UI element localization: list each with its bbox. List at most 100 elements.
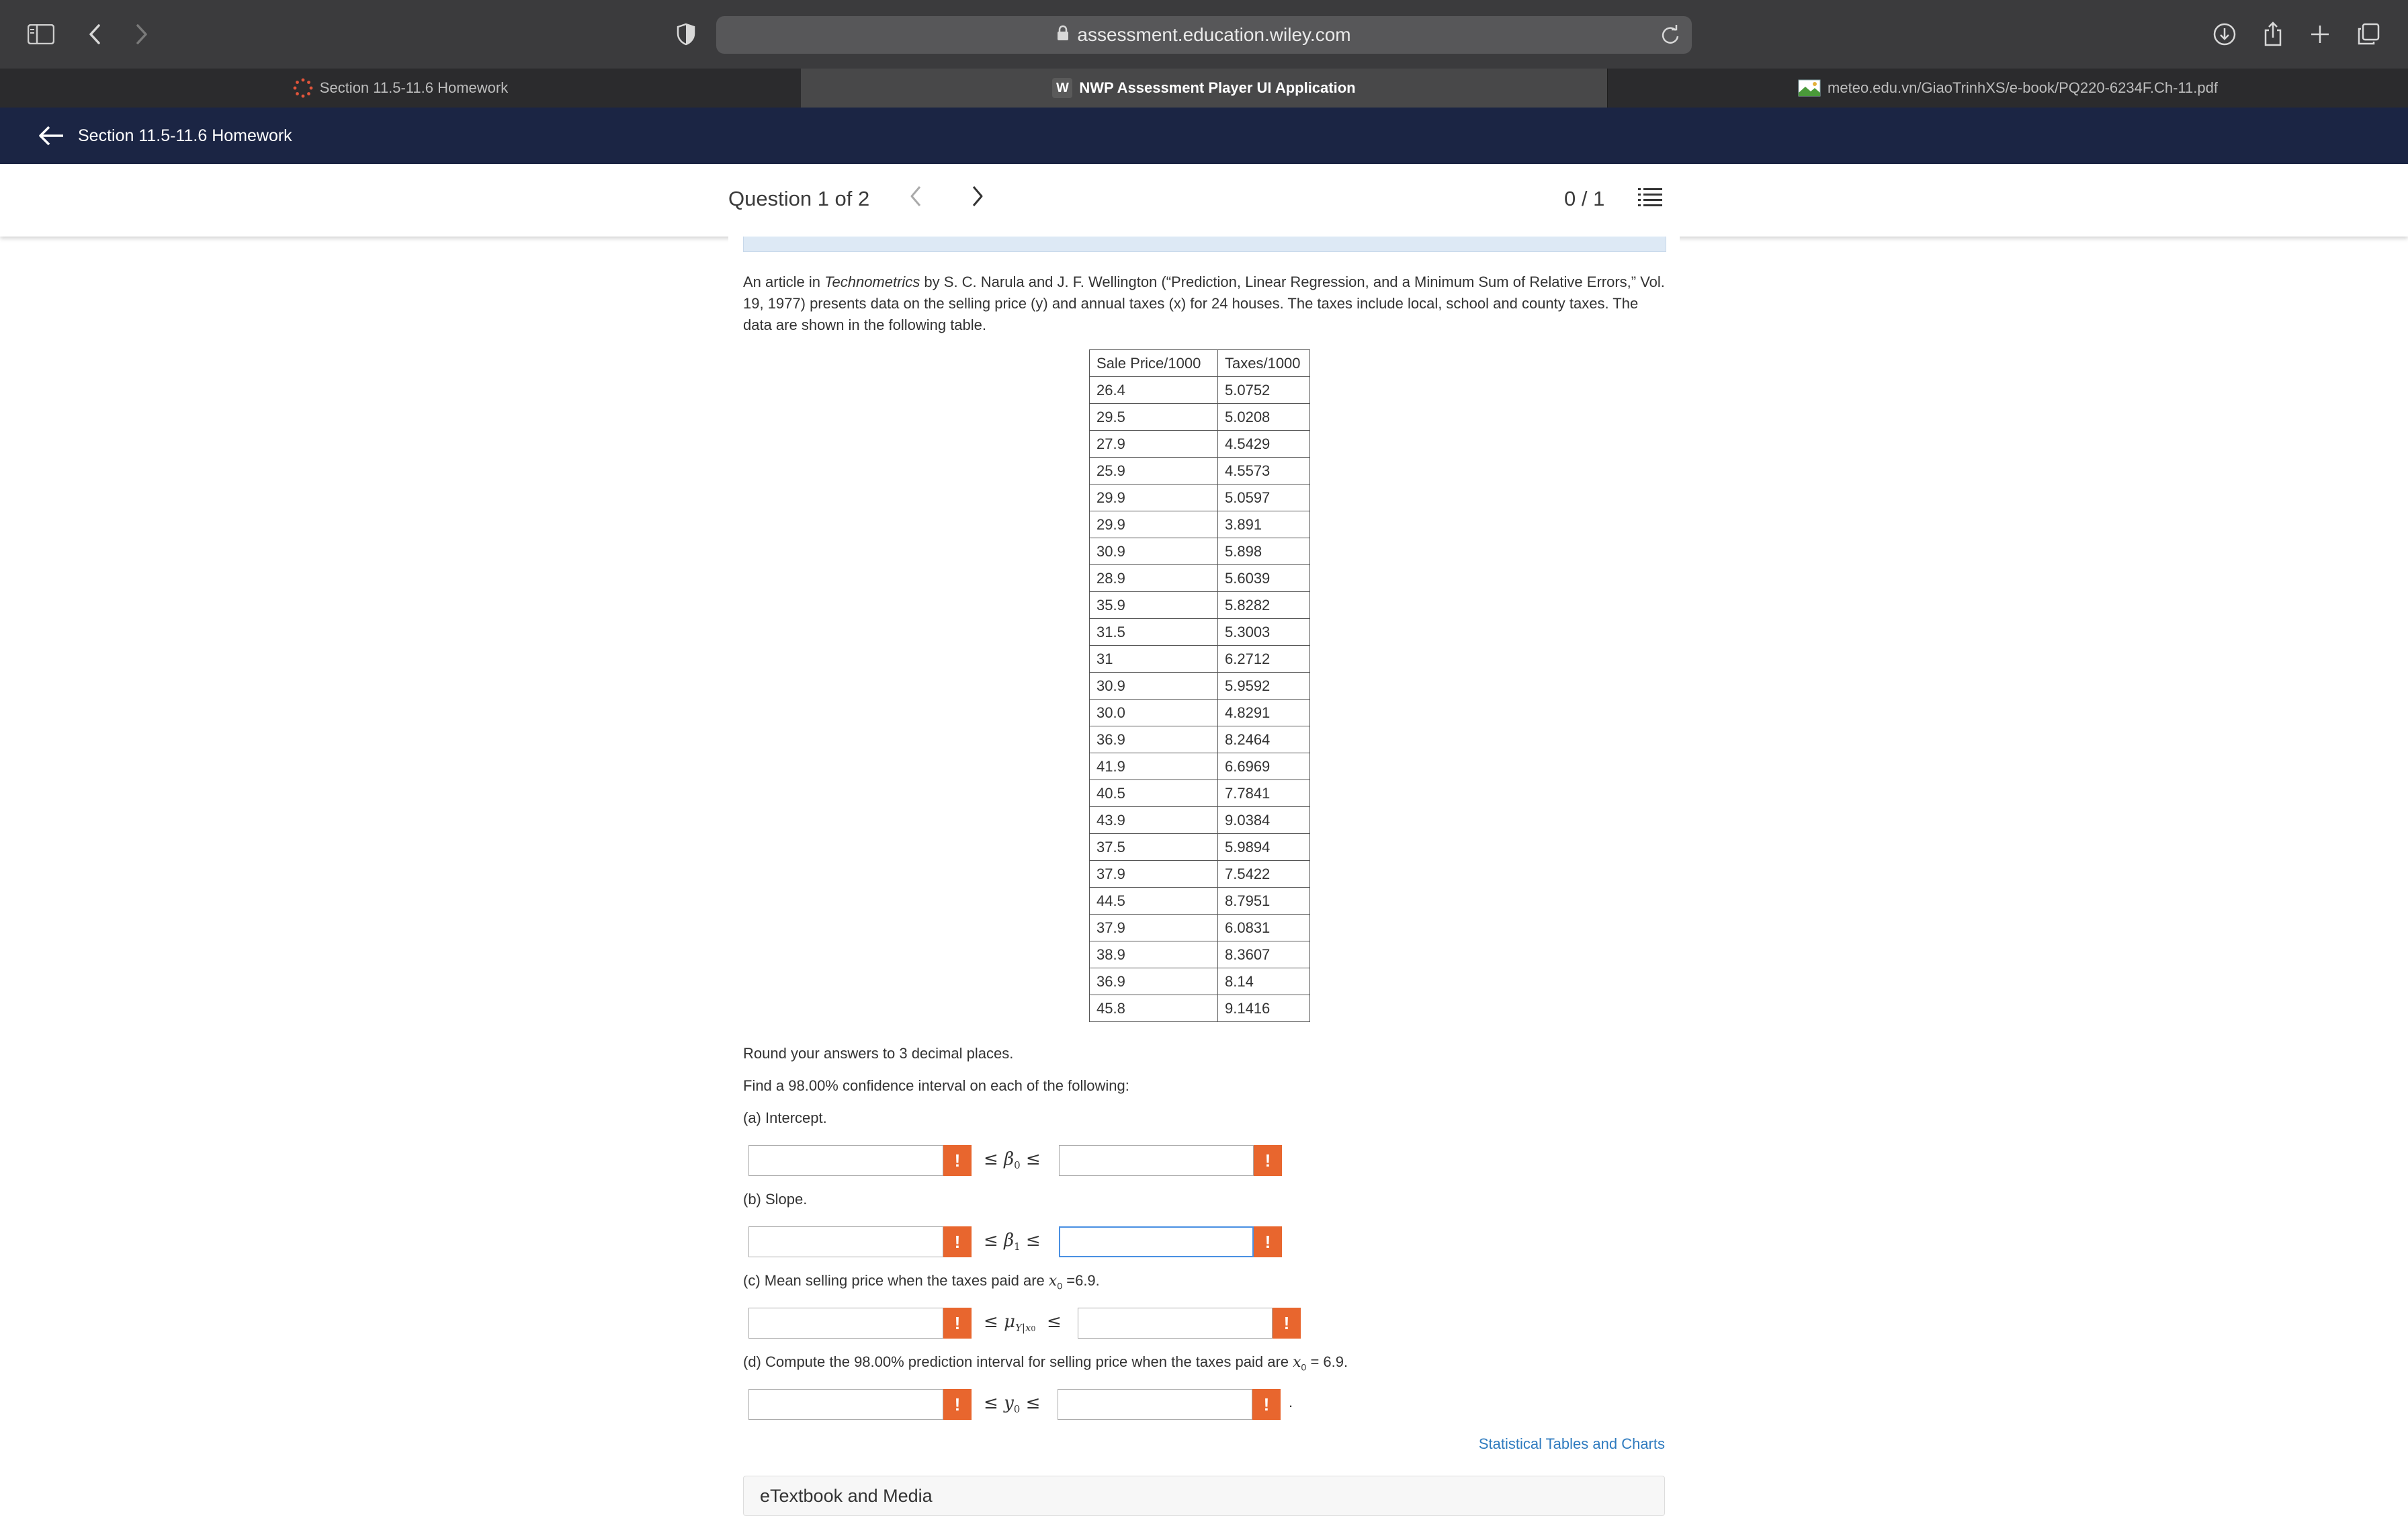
assignment-title: Section 11.5-11.6 Homework bbox=[78, 126, 292, 145]
beta1-inequality: ≤ β1 ≤ bbox=[984, 1230, 1041, 1253]
sale-price-cell: 45.8 bbox=[1089, 995, 1218, 1022]
prediction-upper-input[interactable] bbox=[1058, 1389, 1252, 1420]
table-row: 31.5 5.3003 bbox=[1089, 618, 1310, 646]
taxes-cell: 7.7841 bbox=[1217, 780, 1310, 807]
address-bar[interactable]: assessment.education.wiley.com bbox=[716, 16, 1692, 54]
reload-icon[interactable] bbox=[1657, 22, 1684, 53]
tab-label: Section 11.5-11.6 Homework bbox=[319, 79, 509, 96]
lock-icon bbox=[1057, 24, 1069, 46]
sale-price-cell: 29.9 bbox=[1089, 511, 1218, 538]
taxes-cell: 9.0384 bbox=[1217, 806, 1310, 834]
part-a-label: (a) Intercept. bbox=[743, 1109, 827, 1126]
data-table: Sale Price/1000 Taxes/1000 26.4 5.0752 29.… bbox=[1089, 349, 1310, 1022]
taxes-cell: 3.891 bbox=[1217, 511, 1310, 538]
intercept-upper-input[interactable] bbox=[1059, 1145, 1254, 1176]
warning-icon: ! bbox=[1273, 1308, 1301, 1339]
taxes-cell: 5.9592 bbox=[1217, 672, 1310, 700]
slope-upper-input[interactable] bbox=[1059, 1226, 1254, 1257]
warning-icon: ! bbox=[943, 1308, 972, 1339]
sale-price-cell: 37.5 bbox=[1089, 833, 1218, 861]
question-intro: An article in Technometrics by S. C. Nar… bbox=[743, 271, 1665, 336]
tab-section-homework[interactable]: Section 11.5-11.6 Homework bbox=[0, 69, 801, 108]
prediction-lower-input[interactable] bbox=[748, 1389, 943, 1420]
download-icon[interactable] bbox=[2208, 17, 2241, 51]
taxes-cell: 5.8282 bbox=[1217, 591, 1310, 619]
leq-symbol: ≤ bbox=[1025, 1393, 1041, 1413]
part-c-text: (c) Mean selling price when the taxes pa… bbox=[743, 1272, 1049, 1289]
table-row: 27.9 4.5429 bbox=[1089, 430, 1310, 458]
leq-symbol: ≤ bbox=[984, 1312, 998, 1332]
table-row: 37.9 6.0831 bbox=[1089, 914, 1310, 941]
taxes-cell: 8.7951 bbox=[1217, 887, 1310, 915]
tab-label: meteo.edu.vn/GiaoTrinhXS/e-book/PQ220-62… bbox=[1828, 79, 2218, 96]
sale-price-cell: 31 bbox=[1089, 645, 1218, 673]
sale-price-cell: 40.5 bbox=[1089, 780, 1218, 807]
column-header: Taxes/1000 bbox=[1217, 349, 1310, 377]
share-icon[interactable] bbox=[2256, 17, 2290, 51]
taxes-cell: 4.5429 bbox=[1217, 430, 1310, 458]
sale-price-cell: 38.9 bbox=[1089, 941, 1218, 968]
sale-price-cell: 30.9 bbox=[1089, 538, 1218, 565]
sale-price-cell: 44.5 bbox=[1089, 887, 1218, 915]
sale-price-cell: 29.5 bbox=[1089, 403, 1218, 431]
statistical-tables-link[interactable]: Statistical Tables and Charts bbox=[1465, 1435, 1665, 1453]
previous-question-icon[interactable] bbox=[908, 184, 923, 212]
warning-icon: ! bbox=[1252, 1389, 1281, 1420]
sidebar-toggle-icon[interactable] bbox=[24, 17, 58, 51]
sale-price-cell: 30.9 bbox=[1089, 672, 1218, 700]
trailing-period: . bbox=[1289, 1394, 1293, 1410]
table-header-row: Sale Price/1000 Taxes/1000 bbox=[1089, 349, 1310, 377]
taxes-cell: 6.0831 bbox=[1217, 914, 1310, 941]
mean-lower-input[interactable] bbox=[748, 1308, 943, 1339]
mean-upper-input[interactable] bbox=[1078, 1308, 1273, 1339]
tab-meteo-pdf[interactable]: meteo.edu.vn/GiaoTrinhXS/e-book/PQ220-62… bbox=[1607, 69, 2408, 108]
leq-symbol: ≤ bbox=[1025, 1230, 1041, 1251]
table-row: 37.9 7.5422 bbox=[1089, 860, 1310, 888]
taxes-cell: 5.0752 bbox=[1217, 376, 1310, 404]
journal-name: Technometrics bbox=[824, 273, 920, 290]
table-row: 43.9 9.0384 bbox=[1089, 806, 1310, 834]
etextbook-panel[interactable]: eTextbook and Media bbox=[743, 1476, 1665, 1516]
next-question-icon[interactable] bbox=[970, 184, 985, 212]
app-header: Section 11.5-11.6 Homework bbox=[0, 108, 2408, 164]
warning-icon: ! bbox=[1254, 1145, 1282, 1176]
browser-toolbar: assessment.education.wiley.com bbox=[0, 0, 2408, 70]
taxes-cell: 6.2712 bbox=[1217, 645, 1310, 673]
warning-icon: ! bbox=[943, 1389, 972, 1420]
slope-lower-input[interactable] bbox=[748, 1226, 943, 1257]
table-row: 44.5 8.7951 bbox=[1089, 887, 1310, 915]
shield-icon[interactable] bbox=[669, 17, 703, 51]
warning-icon: ! bbox=[943, 1145, 972, 1176]
question-list-icon[interactable] bbox=[1637, 184, 1664, 214]
y0-inequality: ≤ y0 ≤ bbox=[984, 1393, 1041, 1416]
sale-price-cell: 29.9 bbox=[1089, 484, 1218, 511]
back-icon[interactable] bbox=[78, 17, 112, 51]
tab-bar: Section 11.5-11.6 Homework W NWP Assessm… bbox=[0, 69, 2408, 108]
table-row: 41.9 6.6969 bbox=[1089, 753, 1310, 780]
taxes-cell: 4.5573 bbox=[1217, 457, 1310, 485]
intercept-lower-input[interactable] bbox=[748, 1145, 943, 1176]
new-tab-icon[interactable] bbox=[2303, 17, 2337, 51]
sale-price-cell: 36.9 bbox=[1089, 726, 1218, 753]
tab-nwp-assessment[interactable]: W NWP Assessment Player UI Application bbox=[801, 69, 1607, 108]
sale-price-cell: 37.9 bbox=[1089, 914, 1218, 941]
sale-price-cell: 26.4 bbox=[1089, 376, 1218, 404]
taxes-cell: 7.5422 bbox=[1217, 860, 1310, 888]
table-row: 29.5 5.0208 bbox=[1089, 403, 1310, 431]
leq-symbol: ≤ bbox=[1025, 1149, 1041, 1169]
table-row: 31 6.2712 bbox=[1089, 645, 1310, 673]
leq-symbol: ≤ bbox=[984, 1149, 998, 1169]
taxes-cell: 4.8291 bbox=[1217, 699, 1310, 726]
arrow-left-icon[interactable] bbox=[38, 125, 64, 146]
forward-icon[interactable] bbox=[125, 17, 159, 51]
taxes-cell: 5.0597 bbox=[1217, 484, 1310, 511]
table-row: 28.9 5.6039 bbox=[1089, 564, 1310, 592]
tab-overview-icon[interactable] bbox=[2352, 17, 2385, 51]
table-row: 30.9 5.898 bbox=[1089, 538, 1310, 565]
leq-symbol: ≤ bbox=[984, 1393, 998, 1413]
sale-price-cell: 28.9 bbox=[1089, 564, 1218, 592]
taxes-cell: 5.0208 bbox=[1217, 403, 1310, 431]
taxes-cell: 5.898 bbox=[1217, 538, 1310, 565]
question-counter: Question 1 of 2 bbox=[728, 187, 870, 210]
part-d-text: (d) Compute the 98.00% prediction interv… bbox=[743, 1353, 1293, 1370]
